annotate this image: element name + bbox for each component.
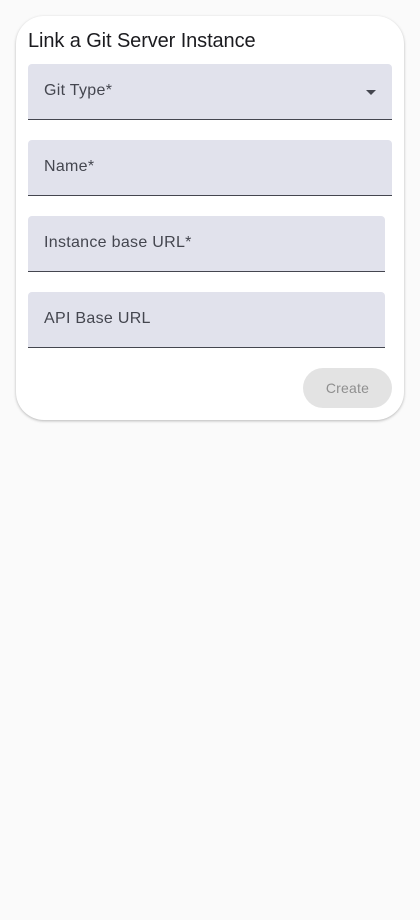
instance-base-url-field[interactable]: Instance base URL* (28, 216, 385, 272)
dialog-title: Link a Git Server Instance (28, 30, 256, 52)
chevron-down-icon (366, 90, 376, 95)
create-button[interactable]: Create (303, 368, 392, 408)
git-type-select[interactable]: Git Type* (28, 64, 392, 120)
git-type-label: Git Type* (44, 82, 113, 99)
api-base-url-field[interactable]: API Base URL (28, 292, 385, 348)
api-base-url-label: API Base URL (44, 310, 151, 327)
link-git-server-dialog: Link a Git Server Instance Git Type* Nam… (16, 16, 404, 420)
instance-base-url-label: Instance base URL* (44, 234, 192, 251)
name-field[interactable]: Name* (28, 140, 392, 196)
name-label: Name* (44, 158, 95, 175)
